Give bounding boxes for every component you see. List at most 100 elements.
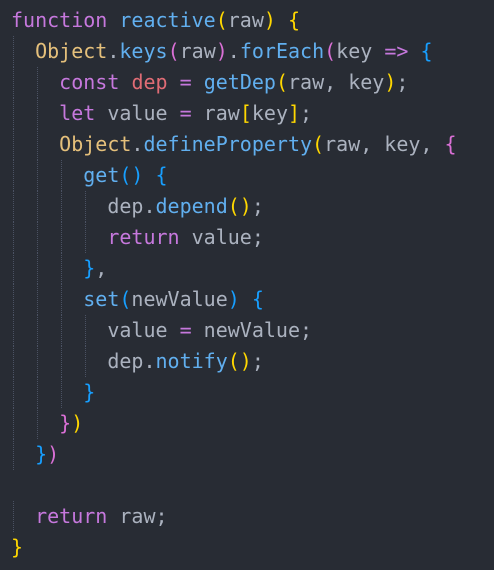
code-token: [ bbox=[239, 101, 252, 125]
code-token: Object bbox=[35, 39, 108, 63]
code-token: forEach bbox=[239, 39, 325, 63]
indent-guide bbox=[37, 346, 39, 377]
code-token: notify bbox=[155, 349, 228, 373]
code-token: raw bbox=[179, 39, 216, 63]
code-token: { bbox=[287, 8, 301, 32]
code-line: dep.notify(); bbox=[0, 346, 494, 377]
code-line: return value; bbox=[0, 222, 494, 253]
code-token: get bbox=[83, 163, 120, 187]
code-token: keys bbox=[119, 39, 168, 63]
code-token: raw, key bbox=[288, 70, 385, 94]
indent-guide bbox=[13, 315, 14, 346]
code-token: dep. bbox=[107, 349, 156, 373]
code-token: set bbox=[83, 287, 120, 311]
code-line: set(newValue) { bbox=[0, 284, 494, 315]
code-token: ) bbox=[71, 411, 84, 435]
code-token: let bbox=[59, 101, 96, 125]
code-token: ( bbox=[215, 8, 228, 32]
code-token: ; bbox=[251, 194, 264, 218]
code-token: = bbox=[179, 318, 192, 342]
code-token: . bbox=[131, 132, 144, 156]
indent-guide bbox=[37, 67, 39, 98]
code-token: ( bbox=[324, 39, 337, 63]
code-token: dep. bbox=[107, 194, 156, 218]
code-token: ( bbox=[167, 39, 180, 63]
code-token: key bbox=[251, 101, 288, 125]
code-token: } bbox=[59, 411, 72, 435]
code-token: raw, key, bbox=[324, 132, 445, 156]
indent-guide bbox=[37, 222, 39, 253]
indent-guide bbox=[85, 222, 87, 253]
code-token: defineProperty bbox=[143, 132, 313, 156]
code-token: ) bbox=[239, 349, 252, 373]
indent-guide bbox=[85, 346, 87, 377]
code-token: { bbox=[420, 39, 433, 63]
code-token: Object bbox=[59, 132, 132, 156]
code-token: value bbox=[95, 101, 180, 125]
indent-guide bbox=[13, 501, 14, 532]
code-token: { bbox=[444, 132, 457, 156]
code-token: ; bbox=[300, 101, 313, 125]
indent-guide bbox=[37, 284, 39, 315]
code-token: value; bbox=[179, 225, 264, 249]
indent-guide bbox=[85, 315, 87, 346]
code-line: function reactive(raw) { bbox=[0, 5, 494, 36]
indent-guide bbox=[37, 408, 39, 439]
code-token: const bbox=[59, 70, 120, 94]
indent-guide bbox=[37, 98, 39, 129]
indent-guide bbox=[13, 222, 14, 253]
indent-guide bbox=[61, 253, 63, 284]
code-token: . bbox=[227, 39, 240, 63]
code-token: = bbox=[179, 101, 192, 125]
code-token: return bbox=[107, 225, 180, 249]
code-token: reactive bbox=[119, 8, 216, 32]
indent-guide bbox=[13, 191, 14, 222]
code-token: raw bbox=[191, 101, 240, 125]
code-token: ) bbox=[384, 70, 397, 94]
code-token: { bbox=[251, 287, 264, 311]
code-token: } bbox=[83, 256, 96, 280]
code-token: newValue bbox=[131, 287, 228, 311]
code-token: ; bbox=[396, 70, 409, 94]
code-token: => bbox=[384, 39, 409, 63]
code-token: ( bbox=[119, 287, 132, 311]
code-token: ) bbox=[215, 39, 228, 63]
code-token: { bbox=[155, 163, 168, 187]
code-token: raw; bbox=[107, 504, 168, 528]
code-token: . bbox=[107, 39, 120, 63]
code-token: ] bbox=[287, 101, 301, 125]
code-token: ) bbox=[227, 287, 240, 311]
indent-guide bbox=[13, 284, 14, 315]
code-line: }, bbox=[0, 253, 494, 284]
indent-guide bbox=[13, 346, 14, 377]
indent-guide bbox=[13, 36, 14, 67]
code-line: }) bbox=[0, 439, 494, 470]
indent-guide bbox=[61, 222, 63, 253]
code-line: dep.depend(); bbox=[0, 191, 494, 222]
indent-guide bbox=[61, 160, 63, 191]
code-token: return bbox=[35, 504, 108, 528]
indent-guide bbox=[61, 346, 63, 377]
code-token: } bbox=[11, 535, 24, 559]
code-line: value = newValue; bbox=[0, 315, 494, 346]
code-token: ) bbox=[239, 194, 252, 218]
code-line: Object.defineProperty(raw, key, { bbox=[0, 129, 494, 160]
code-token: } bbox=[83, 380, 96, 404]
code-token: } bbox=[35, 442, 48, 466]
code-editor[interactable]: function reactive(raw) { Object.keys(raw… bbox=[0, 0, 494, 570]
indent-guide bbox=[13, 129, 14, 160]
